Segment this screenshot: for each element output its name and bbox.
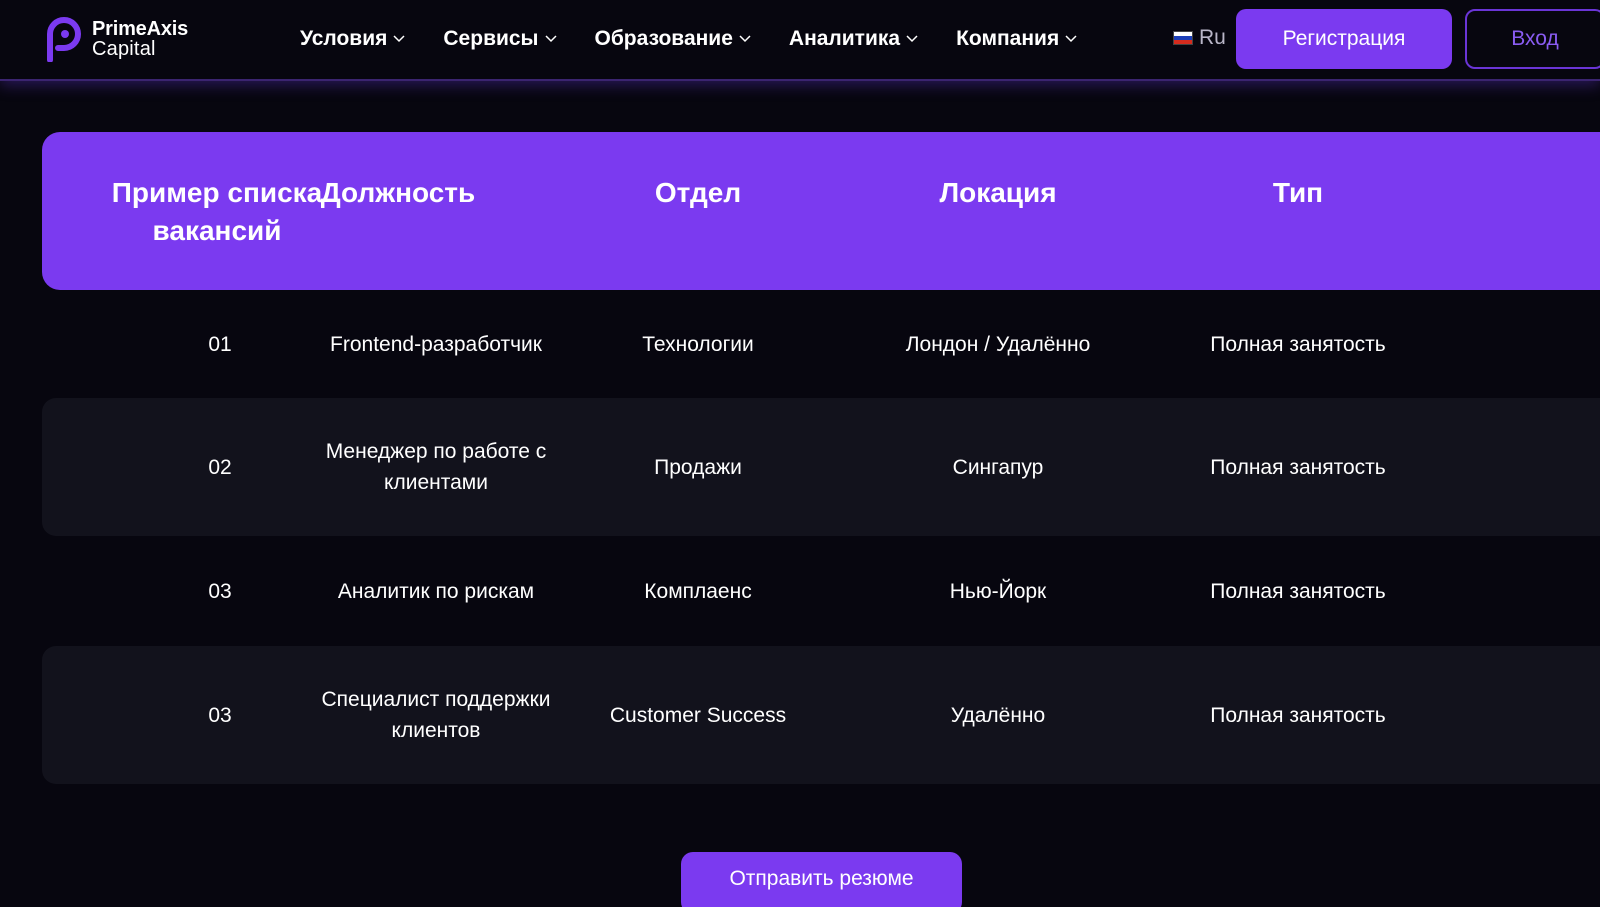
table-cell-type: Полная занятость [1210,332,1386,356]
p-logo-icon [47,17,81,62]
chevron-down-icon [906,35,918,43]
page: PrimeAxis Capital Условия Сервисы Образо… [0,0,1600,907]
nav-item-conditions[interactable]: Условия [300,24,405,54]
brand-logo[interactable]: PrimeAxis Capital [44,16,188,62]
nav-item-label: Сервисы [443,27,539,50]
table-row[interactable]: 02 Менеджер по работе с клиентами Продаж… [42,398,1600,536]
column-header-location: Локация [939,177,1057,208]
table-cell-type: Полная занятость [1210,455,1386,479]
table-header: Пример списка вакансий Должность Отдел Л… [42,132,1600,290]
chevron-down-icon [544,35,557,43]
nav-item-analytics[interactable]: Аналитика [789,24,918,54]
table-cell-position: Аналитик по рискам [337,579,535,603]
table-cell-position: Менеджер по работе с клиентами [325,440,547,494]
table-cell-location: Нью-Йорк [949,579,1047,603]
column-header-department: Отдел [654,177,742,208]
nav-item-label: Аналитика [788,27,901,50]
register-button[interactable]: Регистрация [1236,9,1452,69]
brand-name-line1: PrimeAxis [92,18,189,40]
table-cell-position: Специалист поддержки клиентов [321,688,551,742]
table-cell-location: Лондон / Удалённо [905,332,1091,356]
table-cell-type: Полная занятость [1210,703,1386,727]
brand-name: PrimeAxis Capital [92,19,188,59]
table-cell-department: Продажи [654,455,742,479]
vacancies-table: Пример списка вакансий Должность Отдел Л… [42,132,1600,784]
brand-name-line2: Capital [92,38,156,60]
login-button[interactable]: Вход [1465,9,1600,69]
table-cell-department: Customer Success [609,703,787,727]
table-row[interactable]: 03 Аналитик по рискам Комплаенс Нью-Йорк… [42,536,1600,646]
table-row[interactable]: 01 Frontend-разработчик Технологии Лондо… [42,290,1600,398]
table-cell-location: Сингапур [952,455,1044,479]
table-cell-location: Удалённо [950,703,1046,727]
russia-flag-icon [1173,31,1193,45]
submit-resume-button[interactable]: Отправить резюме [681,852,962,907]
language-label: Ru [1199,26,1226,49]
main-nav: Условия Сервисы Образование Аналитика Ко… [300,24,1115,54]
nav-item-label: Компания [956,27,1060,50]
table-cell-type: Полная занятость [1210,579,1386,603]
chevron-down-icon [1065,35,1077,43]
site-header: PrimeAxis Capital Условия Сервисы Образо… [0,0,1600,81]
table-cell-position: Frontend-разработчик [330,332,542,356]
table-cell-department: Технологии [642,332,754,356]
language-switcher[interactable]: Ru [1173,26,1226,50]
table-cell-department: Комплаенс [644,579,752,603]
nav-item-services[interactable]: Сервисы [443,24,557,54]
column-header-position: Должность [320,177,476,208]
table-row[interactable]: 03 Специалист поддержки клиентов Custome… [42,646,1600,784]
chevron-down-icon [739,35,751,43]
nav-item-label: Условия [300,27,388,50]
chevron-down-icon [393,35,405,43]
nav-item-company[interactable]: Компания [956,24,1077,54]
nav-item-label: Образование [594,27,733,50]
nav-item-education[interactable]: Образование [595,24,751,54]
column-header-type: Тип [1272,177,1324,208]
